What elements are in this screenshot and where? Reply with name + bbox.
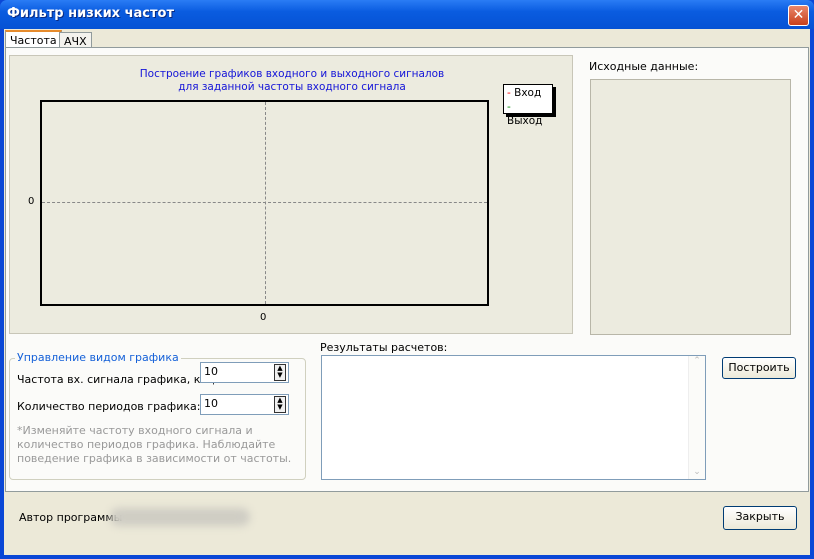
- source-data-box: [590, 79, 791, 335]
- chart-panel: Построение графиков входного и выходного…: [9, 55, 573, 334]
- close-icon[interactable]: ✕: [788, 5, 809, 26]
- build-button[interactable]: Построить: [722, 357, 796, 379]
- scroll-up-icon[interactable]: ⌃: [689, 356, 705, 366]
- results-textarea[interactable]: ⌃ ⌄: [321, 355, 706, 480]
- zero-line-vertical: [265, 102, 266, 304]
- legend-item-output: - Выход: [507, 101, 543, 127]
- spin-arrows-icon[interactable]: ▲ ▼: [274, 364, 286, 381]
- periods-value: 10: [204, 397, 218, 410]
- group-title: Управление видом графика: [15, 351, 181, 364]
- author-label: Автор программы: [19, 511, 123, 524]
- scroll-down-icon[interactable]: ⌄: [689, 467, 705, 477]
- legend: - Вход - Выход: [503, 84, 553, 127]
- window-title: Фильтр низких частот: [7, 6, 175, 21]
- spin-arrows-icon[interactable]: ▲ ▼: [274, 396, 286, 413]
- scrollbar[interactable]: ⌃ ⌄: [688, 356, 705, 479]
- author-name-blurred: [110, 508, 250, 526]
- chart-title-line1: Построение графиков входного и выходного…: [139, 68, 445, 80]
- plot-area: [40, 100, 489, 306]
- periods-stepper[interactable]: 10 ▲ ▼: [200, 394, 289, 415]
- close-button[interactable]: Закрыть: [723, 506, 797, 530]
- source-data-label: Исходные данные:: [589, 60, 699, 73]
- results-label: Результаты расчетов:: [320, 341, 448, 354]
- hint-text: *Изменяйте частоту входного сигнала и ко…: [17, 424, 292, 465]
- y-tick-label: 0: [28, 196, 35, 207]
- freq-value: 10: [204, 365, 218, 378]
- freq-label: Частота вх. сигнала графика, кГц:: [17, 373, 219, 386]
- chart-title-line2: для заданной частоты входного сигнала: [178, 81, 406, 93]
- periods-label: Количество периодов графика:: [17, 400, 201, 413]
- title-bar[interactable]: Фильтр низких частот ✕: [0, 0, 814, 29]
- freq-stepper[interactable]: 10 ▲ ▼: [200, 362, 289, 383]
- x-tick-label: 0: [260, 312, 267, 323]
- legend-item-input: - Вход: [507, 87, 542, 99]
